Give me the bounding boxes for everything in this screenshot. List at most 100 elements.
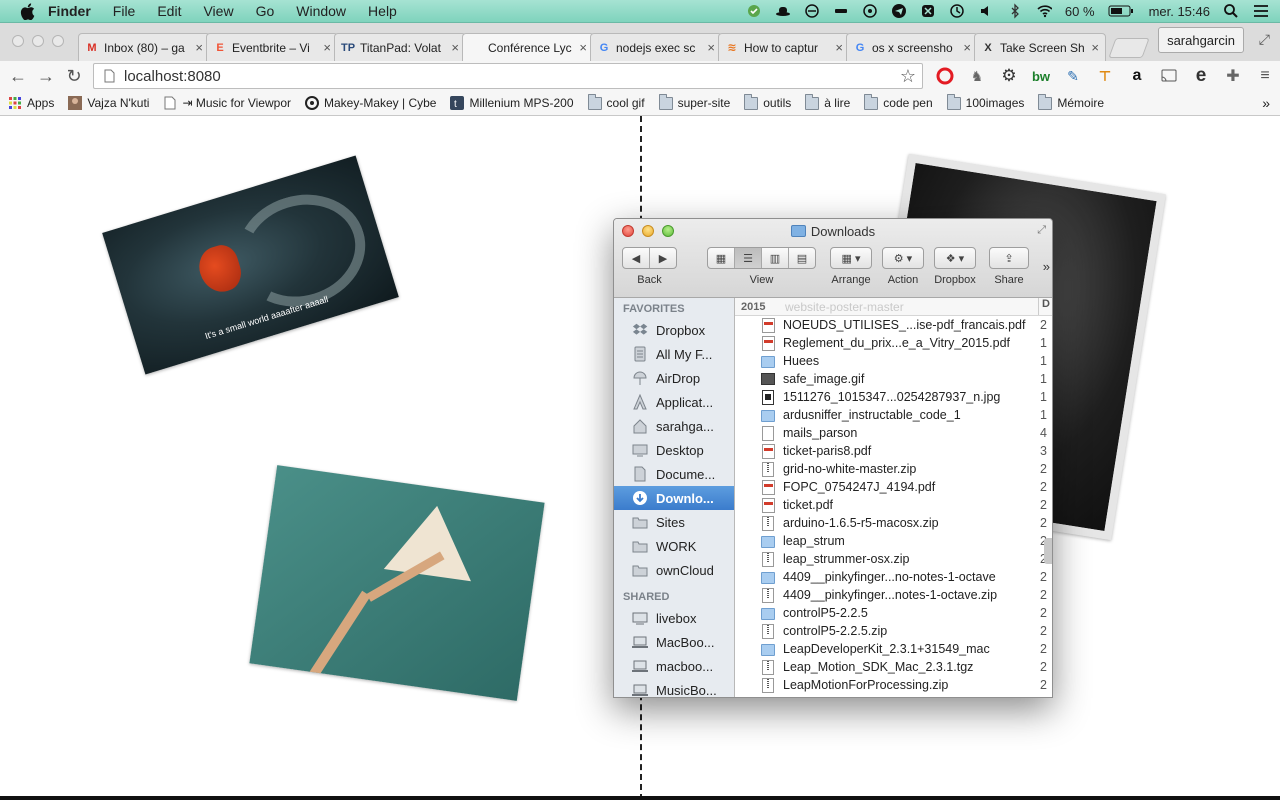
settings-gear-icon[interactable]: ⚙ <box>998 66 1020 86</box>
more-bookmarks-icon[interactable]: » <box>1262 95 1270 111</box>
url-text[interactable]: localhost:8080 <box>124 68 221 85</box>
file-row[interactable]: Leap_Motion_SDK_Mac_2.3.1.tgz 2 <box>735 658 1052 676</box>
cast-icon[interactable] <box>1158 66 1180 86</box>
dropbox-toolbar-button[interactable]: ❖ ▾ <box>935 248 975 268</box>
menu-hamburger-icon[interactable]: ≡ <box>1254 66 1276 86</box>
opera-icon[interactable] <box>934 66 956 86</box>
share-button[interactable]: ⇪ <box>990 248 1028 268</box>
lamp-image[interactable] <box>249 465 545 701</box>
fullscreen-icon[interactable]: ⤢ <box>1259 31 1270 48</box>
spotlight-search-icon[interactable] <box>1223 3 1239 19</box>
file-row[interactable]: ardusniffer_instructable_code_1 1 <box>735 406 1052 424</box>
close-window-button[interactable] <box>12 35 24 47</box>
back-arrow-icon[interactable]: ← <box>8 66 28 86</box>
column-view-button[interactable]: ▥ <box>762 248 789 268</box>
tab-close-icon[interactable]: × <box>323 40 331 55</box>
apple-icon[interactable] <box>18 2 36 20</box>
sidebar-shared-item[interactable]: livebox <box>614 606 734 630</box>
tab-close-icon[interactable]: × <box>451 40 459 55</box>
sidebar-item-dropbox[interactable]: Dropbox <box>614 318 734 342</box>
minus-icon[interactable] <box>833 3 849 19</box>
file-row[interactable]: 1511276_1015347...0254287937_n.jpg 1 <box>735 388 1052 406</box>
file-row[interactable]: safe_image.gif 1 <box>735 370 1052 388</box>
bookmark-item[interactable]: code pen <box>864 93 933 110</box>
file-row[interactable]: controlP5-2.2.5 2 <box>735 604 1052 622</box>
sidebar-shared-item[interactable]: MusicBo... <box>614 678 734 697</box>
time-machine-icon[interactable] <box>949 3 965 19</box>
ruler-icon[interactable]: ⊤ <box>1094 66 1116 86</box>
file-row[interactable]: NOEUDS_UTILISES_...ise-pdf_francais.pdf 2 <box>735 316 1052 334</box>
bookmark-item[interactable]: cool gif <box>587 93 645 110</box>
file-row[interactable]: Huees 1 <box>735 352 1052 370</box>
browser-tab[interactable]: TP TitanPad: Volat × <box>334 33 466 61</box>
sidebar-item-work[interactable]: WORK <box>614 534 734 558</box>
amazon-icon[interactable]: a <box>1126 66 1148 86</box>
bookmark-item[interactable]: Mémoire <box>1038 93 1104 110</box>
sidebar-item-sarahga[interactable]: sarahga... <box>614 414 734 438</box>
cartoon-still-image[interactable]: It's a small world aaaafter aaaall <box>102 155 399 375</box>
sidebar-item-airdrop[interactable]: AirDrop <box>614 366 734 390</box>
bookmark-item[interactable]: à lire <box>805 93 850 110</box>
bookmark-item[interactable]: 100images <box>946 93 1024 110</box>
arrange-button[interactable]: ▦ ▾ <box>831 248 871 268</box>
evernote-e-icon[interactable]: e <box>1190 65 1212 86</box>
browser-tab[interactable]: E Eventbrite – Vi × <box>206 33 338 61</box>
bookmark-item[interactable]: t Millenium MPS-200 <box>450 96 574 110</box>
tab-close-icon[interactable]: × <box>835 40 843 55</box>
bluetooth-icon[interactable] <box>1007 3 1023 19</box>
tab-close-icon[interactable]: × <box>707 40 715 55</box>
file-row[interactable]: ticket.pdf 2 <box>735 496 1052 514</box>
eyedropper-icon[interactable]: ✎ <box>1062 66 1084 86</box>
file-row[interactable]: leap_strum2 <box>735 532 1052 550</box>
new-tab-button[interactable] <box>1108 38 1150 58</box>
browser-tab[interactable]: ≋ How to captur × <box>718 33 850 61</box>
reload-icon[interactable]: ↻ <box>64 66 84 86</box>
menu-window[interactable]: Window <box>296 3 346 19</box>
browser-tab[interactable]: X Take Screen Sh × <box>974 33 1106 61</box>
sync-icon[interactable] <box>804 3 820 19</box>
file-row[interactable]: grid-no-white-master.zip 2 <box>735 460 1052 478</box>
file-row[interactable]: controlP5-2.2.5.zip 2 <box>735 622 1052 640</box>
icon-view-button[interactable]: ▦ <box>708 248 735 268</box>
file-row[interactable]: ticket-paris8.pdf 3 <box>735 442 1052 460</box>
browser-tab[interactable]: Conférence Lyc × <box>462 33 594 61</box>
bookmark-item[interactable]: outils <box>744 93 791 110</box>
menu-help[interactable]: Help <box>368 3 397 19</box>
address-bar[interactable]: localhost:8080 ☆ <box>93 63 923 89</box>
bookmark-star-icon[interactable]: ☆ <box>900 66 916 87</box>
file-row[interactable]: 4409__pinkyfinger...notes-1-octave.zip 2 <box>735 586 1052 604</box>
tab-close-icon[interactable]: × <box>195 40 203 55</box>
sidebar-item-sites[interactable]: Sites <box>614 510 734 534</box>
bookmark-item[interactable]: Apps <box>8 96 54 110</box>
dropbox-status-icon[interactable] <box>746 3 762 19</box>
adblock-icon[interactable] <box>920 3 936 19</box>
bookmark-item[interactable]: Vajza N'kuti <box>68 96 149 110</box>
wappalyzer-icon[interactable]: ♞ <box>966 66 988 86</box>
profile-button[interactable]: sarahgarcin <box>1158 27 1244 53</box>
file-row[interactable]: mails_parson 4 <box>735 424 1052 442</box>
notification-center-icon[interactable] <box>1252 3 1268 19</box>
menu-edit[interactable]: Edit <box>157 3 181 19</box>
forward-button[interactable]: ▶ <box>650 248 676 268</box>
sidebar-item-owncloud[interactable]: ownCloud <box>614 558 734 582</box>
file-row[interactable]: LeapDeveloperKit_2.3.1+31549_mac 2 <box>735 640 1052 658</box>
file-row[interactable]: Reglement_du_prix...e_a_Vitry_2015.pdf 1 <box>735 334 1052 352</box>
sidebar-item-allmyf[interactable]: All My F... <box>614 342 734 366</box>
file-row[interactable]: LeapMotionForProcessing.zip 2 <box>735 676 1052 694</box>
action-gear-button[interactable]: ⚙ ▾ <box>883 248 923 268</box>
list-view-button[interactable]: ☰ <box>735 248 762 268</box>
puzzle-extension-icon[interactable]: ✚ <box>1222 66 1244 86</box>
forward-arrow-icon[interactable]: → <box>36 66 56 86</box>
expand-window-icon[interactable]: ⤢ <box>1037 224 1046 237</box>
sidebar-shared-item[interactable]: macboo... <box>614 654 734 678</box>
toolbar-overflow-icon[interactable]: » <box>1043 259 1050 274</box>
menu-app-finder[interactable]: Finder <box>48 3 91 19</box>
stamp-icon[interactable] <box>862 3 878 19</box>
scroll-handle[interactable] <box>1044 538 1052 564</box>
sidebar-item-downlo[interactable]: Downlo... <box>614 486 734 510</box>
battery-percent[interactable]: 60 % <box>1065 4 1095 19</box>
tab-close-icon[interactable]: × <box>1091 40 1099 55</box>
sidebar-item-desktop[interactable]: Desktop <box>614 438 734 462</box>
bookmark-item[interactable]: Makey-Makey | Cybe <box>305 96 436 110</box>
browser-tab[interactable]: Gnodejs exec sc × <box>590 33 722 61</box>
